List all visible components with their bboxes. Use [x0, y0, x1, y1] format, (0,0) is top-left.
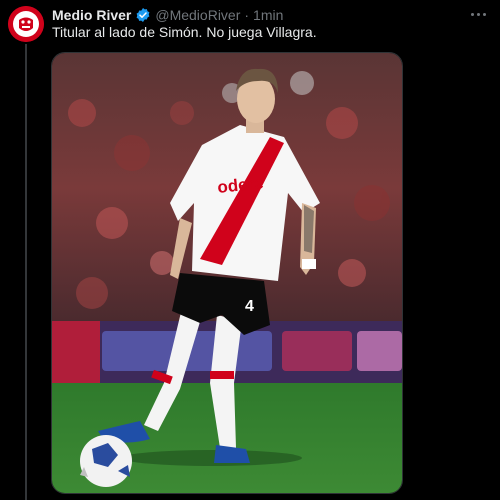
thread-line: [25, 44, 27, 500]
author-handle[interactable]: @MedioRiver: [155, 7, 240, 23]
more-dots-icon: [470, 12, 474, 16]
more-options-button[interactable]: [466, 4, 490, 24]
tweet-header: Medio River @MedioRiver · 1min: [52, 6, 283, 24]
tweet-photo[interactable]: 4 odere: [51, 52, 403, 494]
separator: ·: [244, 7, 250, 23]
football-player-photo: 4 odere: [52, 53, 402, 493]
timestamp[interactable]: 1min: [253, 7, 283, 23]
verified-badge-icon: [136, 8, 150, 22]
author-name[interactable]: Medio River: [52, 7, 131, 23]
avatar[interactable]: [8, 6, 44, 42]
tweet-text: Titular al lado de Simón. No juega Villa…: [52, 24, 317, 40]
shorts-number: 4: [245, 298, 254, 315]
tweet[interactable]: Medio River @MedioRiver · 1min Titular a…: [0, 0, 500, 500]
club-logo-icon: [8, 6, 44, 42]
